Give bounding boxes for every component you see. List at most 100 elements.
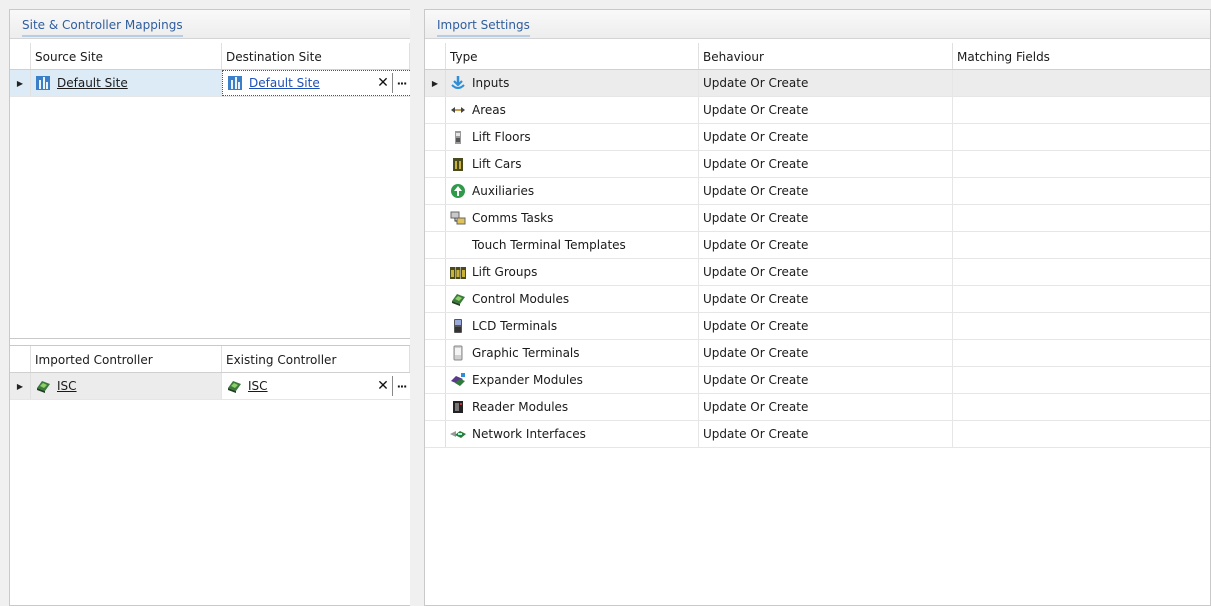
import-matching-fields-cell[interactable] xyxy=(953,259,1210,285)
blank-icon-spacer xyxy=(450,237,466,253)
import-behaviour-cell[interactable]: Update Or Create xyxy=(699,367,953,393)
import-behaviour-value: Update Or Create xyxy=(703,265,809,279)
clear-existing-controller-button[interactable]: ✕ xyxy=(374,376,392,396)
import-type-row[interactable]: Touch Terminal Templates Update Or Create xyxy=(425,232,1210,259)
import-type-row[interactable]: Lift Cars Update Or Create xyxy=(425,151,1210,178)
import-behaviour-cell[interactable]: Update Or Create xyxy=(699,313,953,339)
import-type-cell[interactable]: Areas xyxy=(446,97,699,123)
column-header-type[interactable]: Type xyxy=(446,43,699,69)
clear-destination-site-button[interactable]: ✕ xyxy=(374,73,392,93)
import-type-row[interactable]: LCD Terminals Update Or Create xyxy=(425,313,1210,340)
row-indicator-arrow-icon: ▶ xyxy=(10,70,31,96)
import-matching-fields-cell[interactable] xyxy=(953,286,1210,312)
site-mapping-row[interactable]: ▶ Default Site Default Site ✕ ··· xyxy=(10,70,410,97)
browse-existing-controller-button[interactable]: ··· xyxy=(392,376,410,396)
row-header-gutter xyxy=(425,43,446,69)
source-site-cell[interactable]: Default Site xyxy=(31,70,222,96)
import-behaviour-cell[interactable]: Update Or Create xyxy=(699,286,953,312)
import-type-cell[interactable]: Network Interfaces xyxy=(446,421,699,447)
import-behaviour-value: Update Or Create xyxy=(703,184,809,198)
import-behaviour-cell[interactable]: Update Or Create xyxy=(699,340,953,366)
import-behaviour-value: Update Or Create xyxy=(703,427,809,441)
import-matching-fields-cell[interactable] xyxy=(953,421,1210,447)
import-type-label: Control Modules xyxy=(472,292,570,306)
import-type-row[interactable]: Lift Groups Update Or Create xyxy=(425,259,1210,286)
import-type-label: Lift Floors xyxy=(472,130,531,144)
panel-splitter[interactable] xyxy=(410,9,424,606)
import-behaviour-cell[interactable]: Update Or Create xyxy=(699,151,953,177)
import-type-row[interactable]: ▶ Inputs Update Or Create xyxy=(425,70,1210,97)
import-type-row[interactable]: Reader Modules Update Or Create xyxy=(425,394,1210,421)
import-matching-fields-cell[interactable] xyxy=(953,178,1210,204)
import-behaviour-cell[interactable]: Update Or Create xyxy=(699,178,953,204)
import-behaviour-cell[interactable]: Update Or Create xyxy=(699,259,953,285)
import-type-label: Network Interfaces xyxy=(472,427,586,441)
import-type-label: Reader Modules xyxy=(472,400,569,414)
browse-destination-site-button[interactable]: ··· xyxy=(392,73,410,93)
import-type-cell[interactable]: Comms Tasks xyxy=(446,205,699,231)
column-header-behaviour[interactable]: Behaviour xyxy=(699,43,953,69)
lift-groups-icon xyxy=(450,267,466,279)
imported-controller-link[interactable]: ISC xyxy=(57,379,77,393)
import-behaviour-cell[interactable]: Update Or Create xyxy=(699,421,953,447)
import-grid-header: Type Behaviour Matching Fields xyxy=(425,43,1210,70)
import-matching-fields-cell[interactable] xyxy=(953,394,1210,420)
destination-site-link[interactable]: Default Site xyxy=(249,76,374,90)
existing-controller-link[interactable]: ISC xyxy=(248,379,374,393)
import-behaviour-cell[interactable]: Update Or Create xyxy=(699,70,953,96)
import-matching-fields-cell[interactable] xyxy=(953,340,1210,366)
import-type-cell[interactable]: Lift Cars xyxy=(446,151,699,177)
import-type-row[interactable]: Areas Update Or Create xyxy=(425,97,1210,124)
import-type-cell[interactable]: Auxiliaries xyxy=(446,178,699,204)
import-type-row[interactable]: Comms Tasks Update Or Create xyxy=(425,205,1210,232)
import-type-row[interactable]: Graphic Terminals Update Or Create xyxy=(425,340,1210,367)
column-header-existing-controller[interactable]: Existing Controller xyxy=(222,346,410,372)
source-site-link[interactable]: Default Site xyxy=(57,76,128,90)
import-behaviour-value: Update Or Create xyxy=(703,319,809,333)
import-matching-fields-cell[interactable] xyxy=(953,232,1210,258)
import-type-cell[interactable]: Lift Groups xyxy=(446,259,699,285)
import-type-cell[interactable]: Inputs xyxy=(446,70,699,96)
site-icon xyxy=(228,76,242,90)
column-header-destination-site[interactable]: Destination Site xyxy=(222,43,410,69)
column-header-imported-controller[interactable]: Imported Controller xyxy=(31,346,222,372)
import-behaviour-cell[interactable]: Update Or Create xyxy=(699,97,953,123)
import-matching-fields-cell[interactable] xyxy=(953,70,1210,96)
import-type-row[interactable]: Network Interfaces Update Or Create xyxy=(425,421,1210,448)
destination-site-editor[interactable]: Default Site ✕ ··· xyxy=(222,70,410,96)
import-type-row[interactable]: Control Modules Update Or Create xyxy=(425,286,1210,313)
import-type-cell[interactable]: Reader Modules xyxy=(446,394,699,420)
site-grid-header: Source Site Destination Site xyxy=(10,43,410,70)
import-behaviour-cell[interactable]: Update Or Create xyxy=(699,394,953,420)
import-type-cell[interactable]: LCD Terminals xyxy=(446,313,699,339)
row-header-gutter xyxy=(425,286,446,312)
import-matching-fields-cell[interactable] xyxy=(953,205,1210,231)
import-matching-fields-cell[interactable] xyxy=(953,124,1210,150)
import-behaviour-cell[interactable]: Update Or Create xyxy=(699,124,953,150)
import-type-cell[interactable]: Lift Floors xyxy=(446,124,699,150)
import-matching-fields-cell[interactable] xyxy=(953,151,1210,177)
imported-controller-cell[interactable]: ISC xyxy=(31,373,222,399)
import-behaviour-value: Update Or Create xyxy=(703,211,809,225)
import-type-cell[interactable]: Touch Terminal Templates xyxy=(446,232,699,258)
column-header-matching-fields[interactable]: Matching Fields xyxy=(953,43,1210,69)
import-matching-fields-cell[interactable] xyxy=(953,367,1210,393)
import-behaviour-cell[interactable]: Update Or Create xyxy=(699,205,953,231)
column-header-source-site[interactable]: Source Site xyxy=(31,43,222,69)
import-type-row[interactable]: Lift Floors Update Or Create xyxy=(425,124,1210,151)
controller-icon xyxy=(228,381,241,393)
existing-controller-editor[interactable]: ISC ✕ ··· xyxy=(222,373,410,399)
import-type-cell[interactable]: Control Modules xyxy=(446,286,699,312)
import-settings-panel-header: Import Settings xyxy=(425,10,1210,39)
import-matching-fields-cell[interactable] xyxy=(953,313,1210,339)
import-matching-fields-cell[interactable] xyxy=(953,97,1210,123)
import-type-cell[interactable]: Expander Modules xyxy=(446,367,699,393)
row-header-gutter xyxy=(425,97,446,123)
controller-mapping-grid: Imported Controller Existing Controller … xyxy=(10,345,410,400)
row-header-gutter xyxy=(425,178,446,204)
import-type-cell[interactable]: Graphic Terminals xyxy=(446,340,699,366)
import-type-row[interactable]: Expander Modules Update Or Create xyxy=(425,367,1210,394)
import-type-row[interactable]: Auxiliaries Update Or Create xyxy=(425,178,1210,205)
import-behaviour-cell[interactable]: Update Or Create xyxy=(699,232,953,258)
controller-mapping-row[interactable]: ▶ ISC ISC ✕ ··· xyxy=(10,373,410,400)
